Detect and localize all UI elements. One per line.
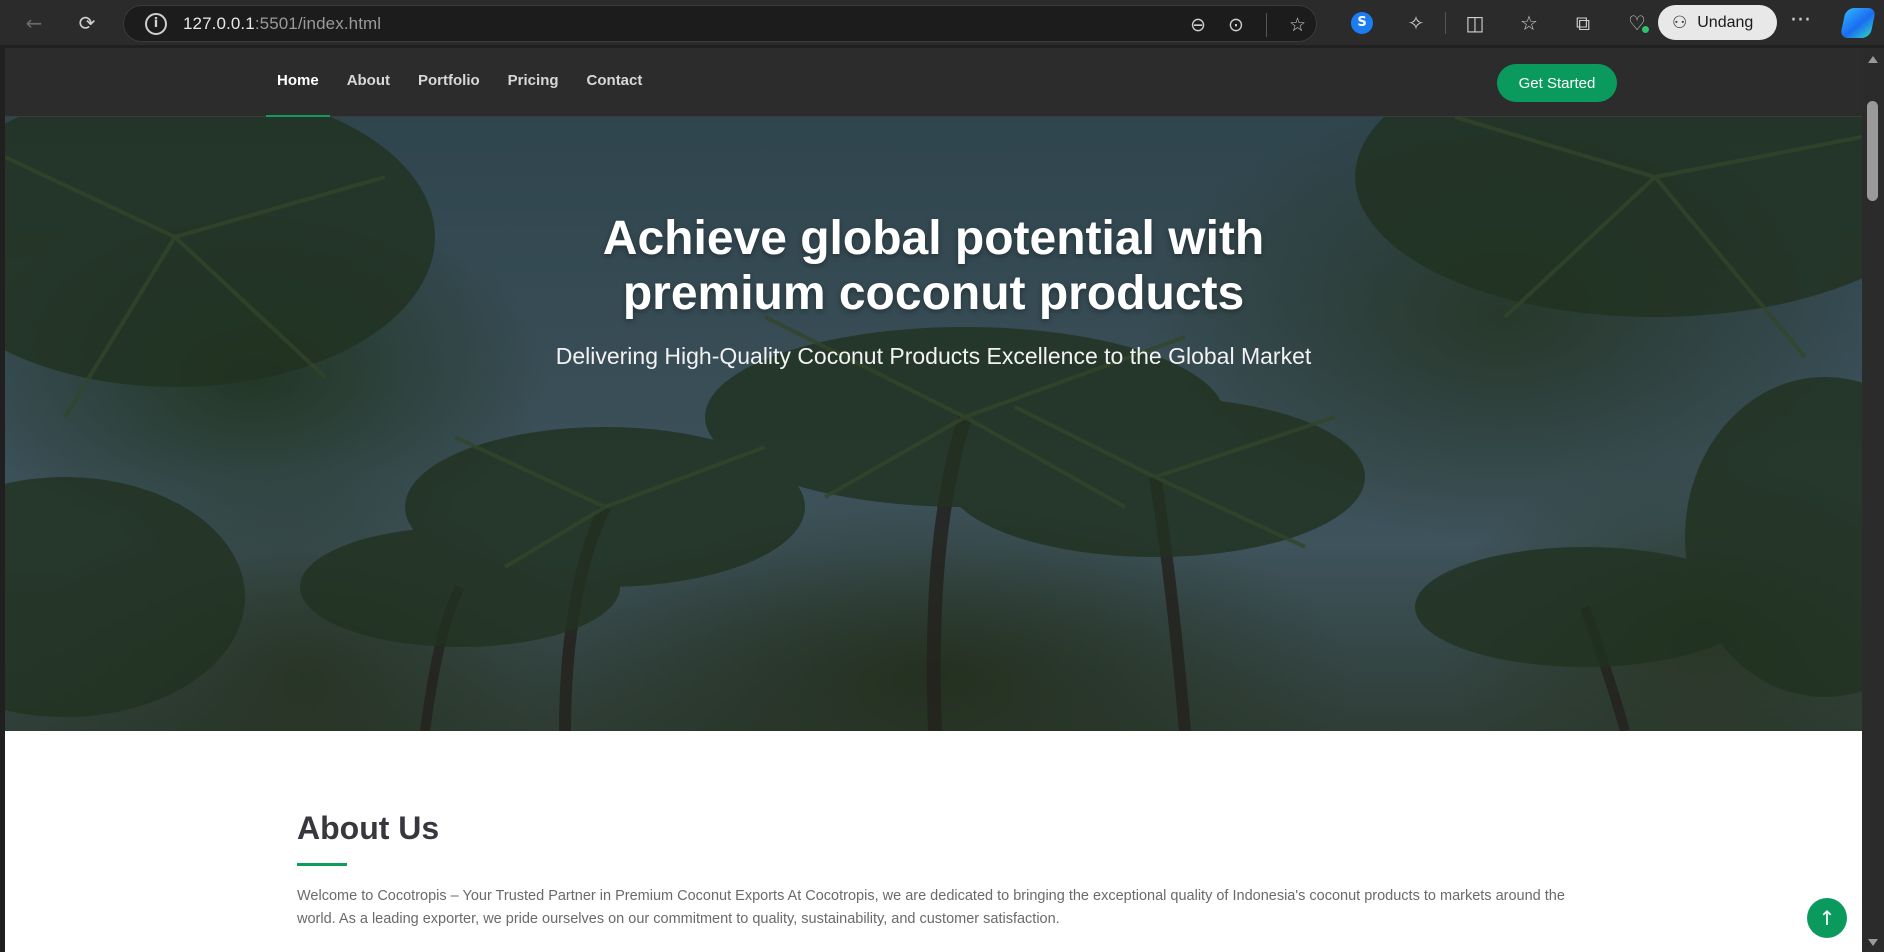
hero-title: Achieve global potential with premium co… (5, 211, 1862, 321)
split-screen-icon[interactable]: ◫ (1448, 0, 1502, 45)
collections-icon[interactable]: ⧉ (1556, 0, 1610, 45)
url-text[interactable]: 127.0.0.1:5501/index.html (183, 14, 381, 34)
nav-pricing[interactable]: Pricing (494, 48, 573, 117)
favorites-list-icon[interactable]: ☆ (1502, 0, 1556, 45)
shazam-extension-icon[interactable]: S (1335, 0, 1389, 45)
browser-toolbar: ← ⟳ i 127.0.0.1:5501/index.html ⊖ ⊙ ☆ S … (0, 0, 1884, 45)
status-dot (1641, 25, 1650, 34)
nav-contact[interactable]: Contact (573, 48, 657, 117)
zoom-out-icon[interactable]: ⊖ (1190, 14, 1206, 36)
hero-title-line2: premium coconut products (622, 267, 1245, 320)
hero-overlay (5, 117, 1862, 731)
browser-extension-bar: S ✧ ◫ ☆ ⧉ ♡ (1335, 0, 1664, 45)
page-viewport: Home About Portfolio Pricing Contact Get… (5, 48, 1862, 952)
address-bar-actions: ⊖ ⊙ ☆ (1190, 6, 1306, 43)
about-text: Welcome to Cocotropis – Your Trusted Par… (297, 888, 1565, 927)
nav-portfolio[interactable]: Portfolio (404, 48, 494, 117)
read-aloud-icon[interactable]: ⊙ (1228, 14, 1244, 36)
back-to-top-arrow-up-icon[interactable]: ↑ (1807, 898, 1847, 938)
divider (1265, 12, 1267, 37)
site-header: Home About Portfolio Pricing Contact Get… (5, 48, 1862, 117)
reload-icon[interactable]: ⟳ (70, 6, 104, 40)
address-bar[interactable]: i 127.0.0.1:5501/index.html ⊖ ⊙ ☆ (123, 5, 1317, 42)
hero-subtitle: Delivering High-Quality Coconut Products… (555, 343, 1312, 369)
hero-section: Achieve global potential with premium co… (5, 117, 1862, 731)
nav-about[interactable]: About (333, 48, 404, 117)
people-icon: ⚇ (1672, 12, 1688, 33)
scroll-up-arrow-icon[interactable] (1868, 56, 1878, 63)
browser-essentials-icon[interactable]: ♡ (1610, 0, 1664, 45)
copilot-icon[interactable] (1839, 8, 1877, 38)
get-started-button[interactable]: Get Started (1497, 64, 1617, 102)
page-scrollbar[interactable] (1862, 48, 1884, 952)
invite-profile-button[interactable]: ⚇ Undang (1658, 5, 1777, 40)
more-options-icon[interactable]: ··· (1790, 8, 1811, 33)
hero-title-line1: Achieve global potential with (602, 212, 1265, 265)
scroll-thumb[interactable] (1867, 101, 1878, 201)
site-info-icon[interactable]: i (145, 12, 167, 35)
extensions-puzzle-icon[interactable]: ✧ (1389, 0, 1443, 45)
favorite-star-icon[interactable]: ☆ (1289, 14, 1306, 36)
scroll-down-arrow-icon[interactable] (1868, 939, 1878, 946)
about-title: About Us (297, 810, 440, 846)
back-arrow-icon[interactable]: ← (17, 6, 51, 40)
about-underline (297, 863, 347, 866)
main-nav: Home About Portfolio Pricing Contact (263, 48, 656, 117)
invite-label: Undang (1697, 13, 1754, 31)
divider (1445, 11, 1446, 34)
nav-home[interactable]: Home (263, 48, 333, 117)
